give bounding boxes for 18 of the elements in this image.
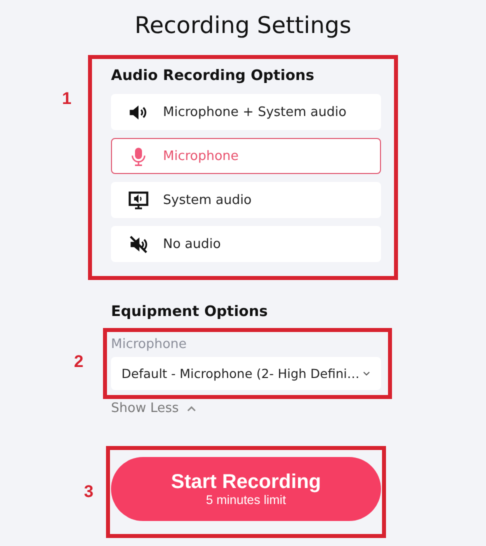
field-label: Microphone bbox=[111, 336, 188, 353]
show-less-link[interactable]: Show Less bbox=[111, 401, 196, 416]
annotation-number: 3 bbox=[84, 482, 94, 502]
audio-option[interactable]: Microphone + System audio bbox=[111, 94, 381, 130]
audio-option[interactable]: System audio bbox=[111, 182, 381, 218]
annotation-number: 2 bbox=[74, 352, 84, 372]
section-heading: Audio Recording Options bbox=[111, 67, 316, 86]
section-heading: Equipment Options bbox=[111, 303, 269, 322]
annotation-number: 1 bbox=[62, 89, 72, 109]
page-title: Recording Settings bbox=[134, 12, 352, 41]
microphone-dropdown[interactable]: Default - Microphone (2- High Defini… bbox=[111, 357, 381, 390]
audio-option[interactable]: Microphone bbox=[111, 138, 381, 174]
audio-option[interactable]: No audio bbox=[111, 226, 381, 262]
monitor-speaker-icon bbox=[128, 190, 149, 210]
muted-speaker-icon bbox=[128, 234, 149, 254]
chevron-down-icon bbox=[363, 371, 370, 376]
start-recording-button[interactable]: Start Recording 5 minutes limit bbox=[111, 457, 381, 521]
chevron-up-icon bbox=[186, 406, 196, 412]
